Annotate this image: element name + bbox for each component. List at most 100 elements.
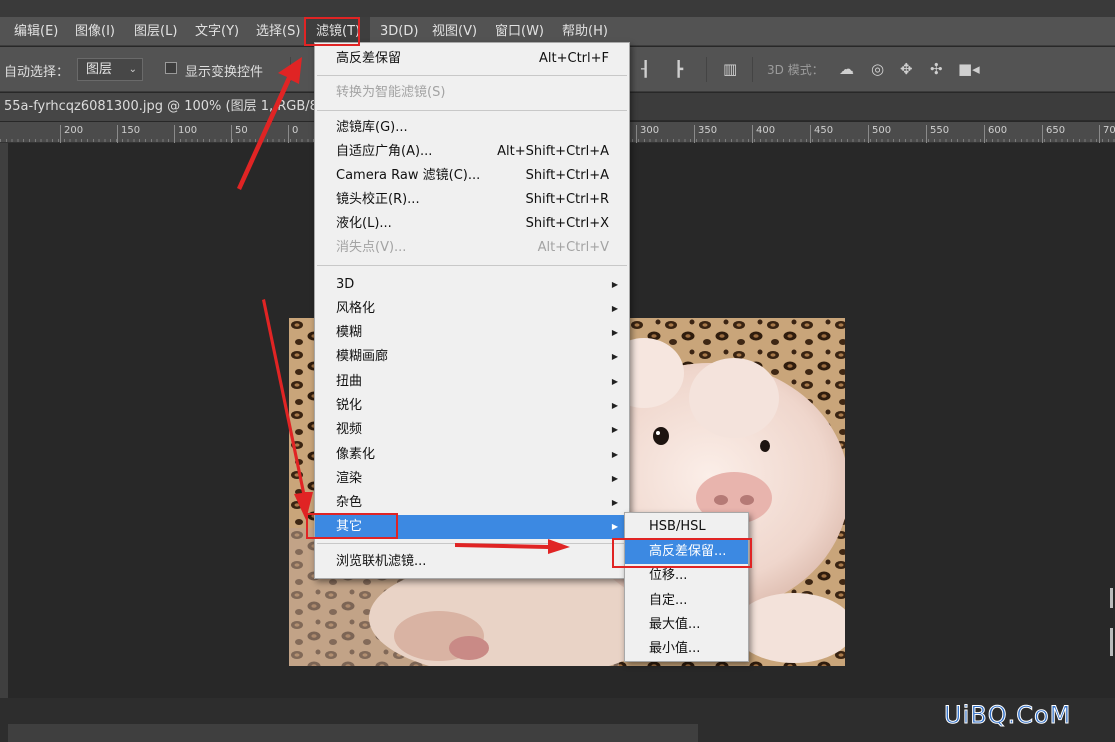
menu-item-liquify[interactable]: 液化(L)... Shift+Ctrl+X (315, 212, 629, 236)
menu-item-label: 模糊 (336, 325, 363, 340)
submenu-arrow-icon: ▶ (611, 474, 618, 483)
submenu-arrow-icon: ▶ (611, 498, 618, 507)
auto-select-value: 图层 (86, 62, 113, 77)
menu-item-filter-gallery[interactable]: 滤镜库(G)... (315, 116, 629, 140)
menu-item-last-filter[interactable]: 高反差保留 Alt+Ctrl+F (315, 47, 629, 71)
menu-item-label: 渲染 (336, 471, 363, 486)
3d-slide-icon[interactable]: ✣ (930, 60, 943, 78)
menu-item-shortcut: Alt+Ctrl+F (539, 51, 609, 66)
menu-item-lens-correction[interactable]: 镜头校正(R)... Shift+Ctrl+R (315, 188, 629, 212)
3d-mode-label: 3D 模式： (767, 63, 824, 77)
show-transform-label: 显示变换控件 (185, 65, 264, 80)
submenu-arrow-icon: ▶ (611, 377, 618, 386)
menu-image[interactable]: 图像(I) (75, 17, 115, 46)
other-submenu: HSB/HSL 高反差保留... 位移... 自定... 最大值... 最小值.… (624, 512, 749, 662)
filter-menu: 高反差保留 Alt+Ctrl+F 转换为智能滤镜(S) 滤镜库(G)... 自适… (314, 42, 630, 579)
menu-item-adaptive-wide-angle[interactable]: 自适应广角(A)... Alt+Shift+Ctrl+A (315, 140, 629, 164)
auto-select-dropdown[interactable]: 图层 ⌄ (77, 58, 143, 81)
menu-item-label: 杂色 (336, 495, 363, 510)
ruler-tick: 200 (60, 125, 83, 143)
distribute-horizontal-icon[interactable]: ┣ (674, 60, 683, 78)
ruler-tick: 100 (174, 125, 197, 143)
menu-item-distort[interactable]: 扭曲 ▶ (315, 370, 629, 394)
submenu-arrow-icon: ▶ (611, 401, 618, 410)
submenu-item-custom[interactable]: 自定... (625, 589, 748, 613)
menu-item-label: 扭曲 (336, 374, 363, 389)
menu-item-blur[interactable]: 模糊 ▶ (315, 321, 629, 345)
ruler-tick: 0 (288, 125, 298, 143)
watermark-logo: UiBQ.CoM (943, 701, 1072, 730)
3d-pan-icon[interactable]: ✥ (900, 60, 913, 78)
menu-item-label: 自适应广角(A)... (336, 144, 433, 159)
menu-item-label: 液化(L)... (336, 216, 392, 231)
menu-item-pixelate[interactable]: 像素化 ▶ (315, 443, 629, 467)
menu-item-shortcut: Alt+Shift+Ctrl+A (497, 144, 609, 159)
submenu-item-hsb-hsl[interactable]: HSB/HSL (625, 515, 748, 539)
ruler-tick: 50 (231, 125, 248, 143)
menu-item-blur-gallery[interactable]: 模糊画廊 ▶ (315, 345, 629, 369)
document-tab[interactable]: 55a-fyrhcqz6081300.jpg @ 100% (图层 1, RGB… (0, 93, 322, 121)
submenu-arrow-icon: ▶ (611, 328, 618, 337)
menu-item-label: 镜头校正(R)... (336, 192, 420, 207)
menu-item-video[interactable]: 视频 ▶ (315, 418, 629, 442)
menu-item-browse-online-filters[interactable]: 浏览联机滤镜... (315, 550, 629, 574)
menu-edit[interactable]: 编辑(E) (14, 17, 58, 46)
menu-item-label: 模糊画廊 (336, 349, 389, 364)
menu-item-camera-raw[interactable]: Camera Raw 滤镜(C)... Shift+Ctrl+A (315, 164, 629, 188)
timeline-bar (8, 724, 698, 742)
title-strip (0, 0, 1115, 17)
ruler-tick: 550 (926, 125, 949, 143)
menu-item-shortcut: Shift+Ctrl+R (525, 192, 610, 207)
3d-roll-icon[interactable]: ◎ (871, 60, 884, 78)
submenu-arrow-icon: ▶ (611, 522, 618, 531)
auto-align-icon[interactable]: ▥ (723, 60, 737, 78)
menu-item-convert-smart-filter[interactable]: 转换为智能滤镜(S) (315, 81, 629, 105)
menu-item-label: 转换为智能滤镜(S) (336, 85, 446, 100)
ruler-tick: 300 (636, 125, 659, 143)
vertical-ruler (0, 143, 8, 703)
menu-item-label: 锐化 (336, 398, 363, 413)
show-transform-checkbox[interactable] (165, 62, 177, 74)
divider (290, 57, 291, 82)
annotation-box-high-pass (612, 538, 752, 568)
submenu-arrow-icon: ▶ (611, 450, 618, 459)
menu-item-label: 浏览联机滤镜... (336, 554, 427, 569)
ruler-tick: 650 (1042, 125, 1065, 143)
menu-layer[interactable]: 图层(L) (134, 17, 177, 46)
scroll-indicator (1110, 588, 1113, 656)
ruler-tick: 350 (694, 125, 717, 143)
menu-separator (317, 543, 627, 544)
menu-item-vanishing-point[interactable]: 消失点(V)... Alt+Ctrl+V (315, 236, 629, 260)
menu-item-label: 消失点(V)... (336, 240, 407, 255)
ruler-tick: 400 (752, 125, 775, 143)
3d-scale-icon[interactable]: ■◂ (958, 60, 980, 78)
menu-select[interactable]: 选择(S) (256, 17, 300, 46)
submenu-item-minimum[interactable]: 最小值... (625, 637, 748, 661)
menu-item-3d[interactable]: 3D ▶ (315, 273, 629, 297)
menu-item-shortcut: Alt+Ctrl+V (537, 240, 609, 255)
annotation-box-filter-menu (304, 17, 360, 46)
divider (752, 57, 753, 82)
auto-select-label: 自动选择： (4, 65, 70, 80)
menu-item-label: 像素化 (336, 447, 376, 462)
ruler-tick: 150 (117, 125, 140, 143)
menu-item-shortcut: Shift+Ctrl+A (525, 168, 609, 183)
submenu-item-maximum[interactable]: 最大值... (625, 613, 748, 637)
distribute-center-icon[interactable]: ┨ (641, 60, 650, 78)
menu-separator (317, 75, 627, 76)
menu-item-shortcut: Shift+Ctrl+X (525, 216, 609, 231)
menu-item-stylize[interactable]: 风格化 ▶ (315, 297, 629, 321)
ruler-tick: 600 (984, 125, 1007, 143)
ruler-tick: 700 (1099, 125, 1115, 143)
menu-item-label: 视频 (336, 422, 363, 437)
menu-item-render[interactable]: 渲染 ▶ (315, 467, 629, 491)
menu-separator (317, 265, 627, 266)
menu-type[interactable]: 文字(Y) (195, 17, 239, 46)
3d-rotate-icon[interactable]: ☁ (839, 60, 854, 78)
submenu-arrow-icon: ▶ (611, 304, 618, 313)
menu-item-label: 3D (336, 277, 355, 292)
menu-separator (317, 110, 627, 111)
divider (706, 57, 707, 82)
menu-item-noise[interactable]: 杂色 ▶ (315, 491, 629, 515)
menu-item-sharpen[interactable]: 锐化 ▶ (315, 394, 629, 418)
